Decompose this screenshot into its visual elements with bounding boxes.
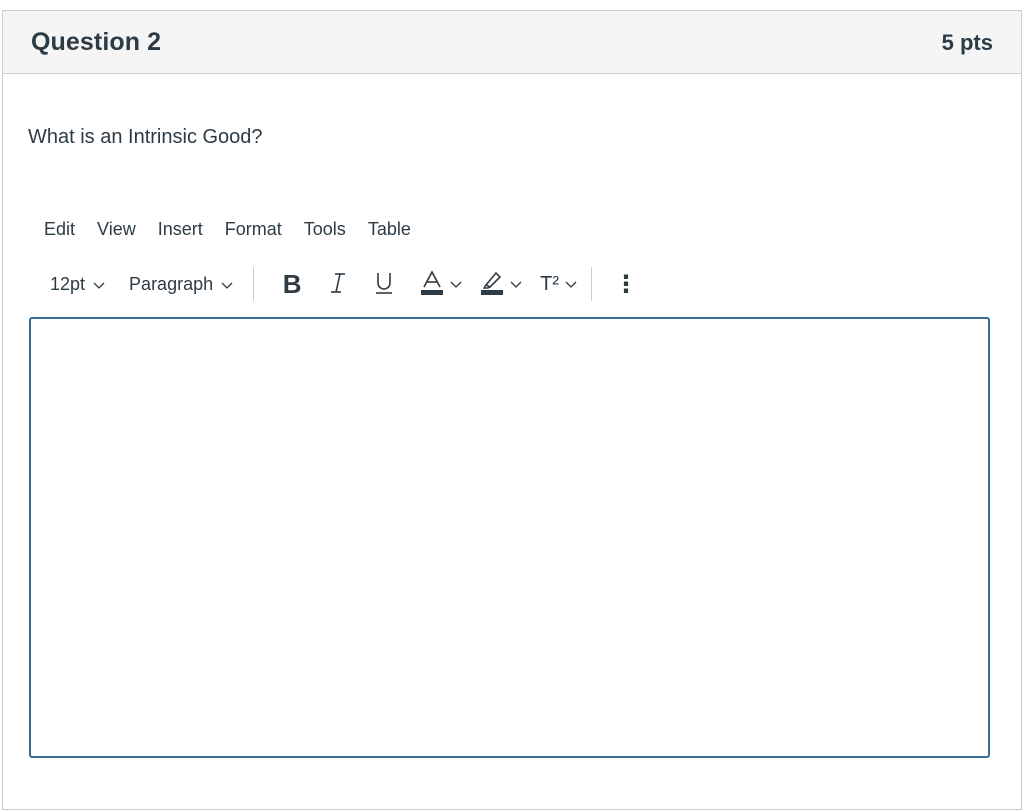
bold-icon: B bbox=[282, 268, 302, 299]
menu-table[interactable]: Table bbox=[368, 219, 411, 240]
highlight-color-button[interactable] bbox=[480, 270, 522, 299]
chevron-down-icon bbox=[510, 277, 522, 292]
question-prompt: What is an Intrinsic Good? bbox=[28, 126, 263, 148]
menu-view[interactable]: View bbox=[97, 219, 136, 240]
menu-edit[interactable]: Edit bbox=[44, 219, 75, 240]
question-points: 5 pts bbox=[941, 30, 993, 55]
rich-text-editor-area[interactable] bbox=[29, 317, 990, 758]
superscript-button[interactable]: T² bbox=[540, 273, 577, 296]
text-color-button[interactable] bbox=[420, 269, 462, 299]
italic-button[interactable] bbox=[324, 272, 352, 297]
chevron-down-icon bbox=[450, 277, 462, 292]
underline-button[interactable] bbox=[370, 271, 398, 298]
question-header: Question 2 5 pts bbox=[3, 11, 1021, 74]
menu-insert[interactable]: Insert bbox=[158, 219, 203, 240]
chevron-down-icon bbox=[565, 277, 577, 292]
toolbar-separator bbox=[253, 267, 255, 301]
editor-menubar: Edit View Insert Format Tools Table bbox=[44, 219, 433, 240]
font-size-value: 12pt bbox=[50, 273, 86, 294]
menu-format[interactable]: Format bbox=[225, 219, 282, 240]
superscript-icon: T² bbox=[540, 272, 559, 295]
block-format-dropdown[interactable]: Paragraph bbox=[129, 274, 233, 295]
bold-button[interactable]: B bbox=[278, 269, 306, 300]
question-title: Question 2 bbox=[31, 27, 162, 56]
chevron-down-icon bbox=[221, 274, 233, 295]
font-size-dropdown[interactable]: 12pt bbox=[50, 274, 105, 295]
more-options-button[interactable]: ⋮ bbox=[614, 270, 638, 299]
text-color-icon bbox=[420, 269, 444, 299]
block-format-value: Paragraph bbox=[129, 273, 214, 294]
editor-toolbar: 12pt Paragraph B T² ⋮ bbox=[44, 266, 638, 302]
menu-tools[interactable]: Tools bbox=[304, 219, 346, 240]
italic-icon bbox=[330, 272, 346, 297]
highlighter-icon bbox=[480, 270, 504, 299]
chevron-down-icon bbox=[93, 274, 105, 295]
underline-icon bbox=[374, 271, 394, 298]
kebab-menu-icon: ⋮ bbox=[614, 270, 638, 298]
toolbar-separator bbox=[591, 267, 592, 301]
